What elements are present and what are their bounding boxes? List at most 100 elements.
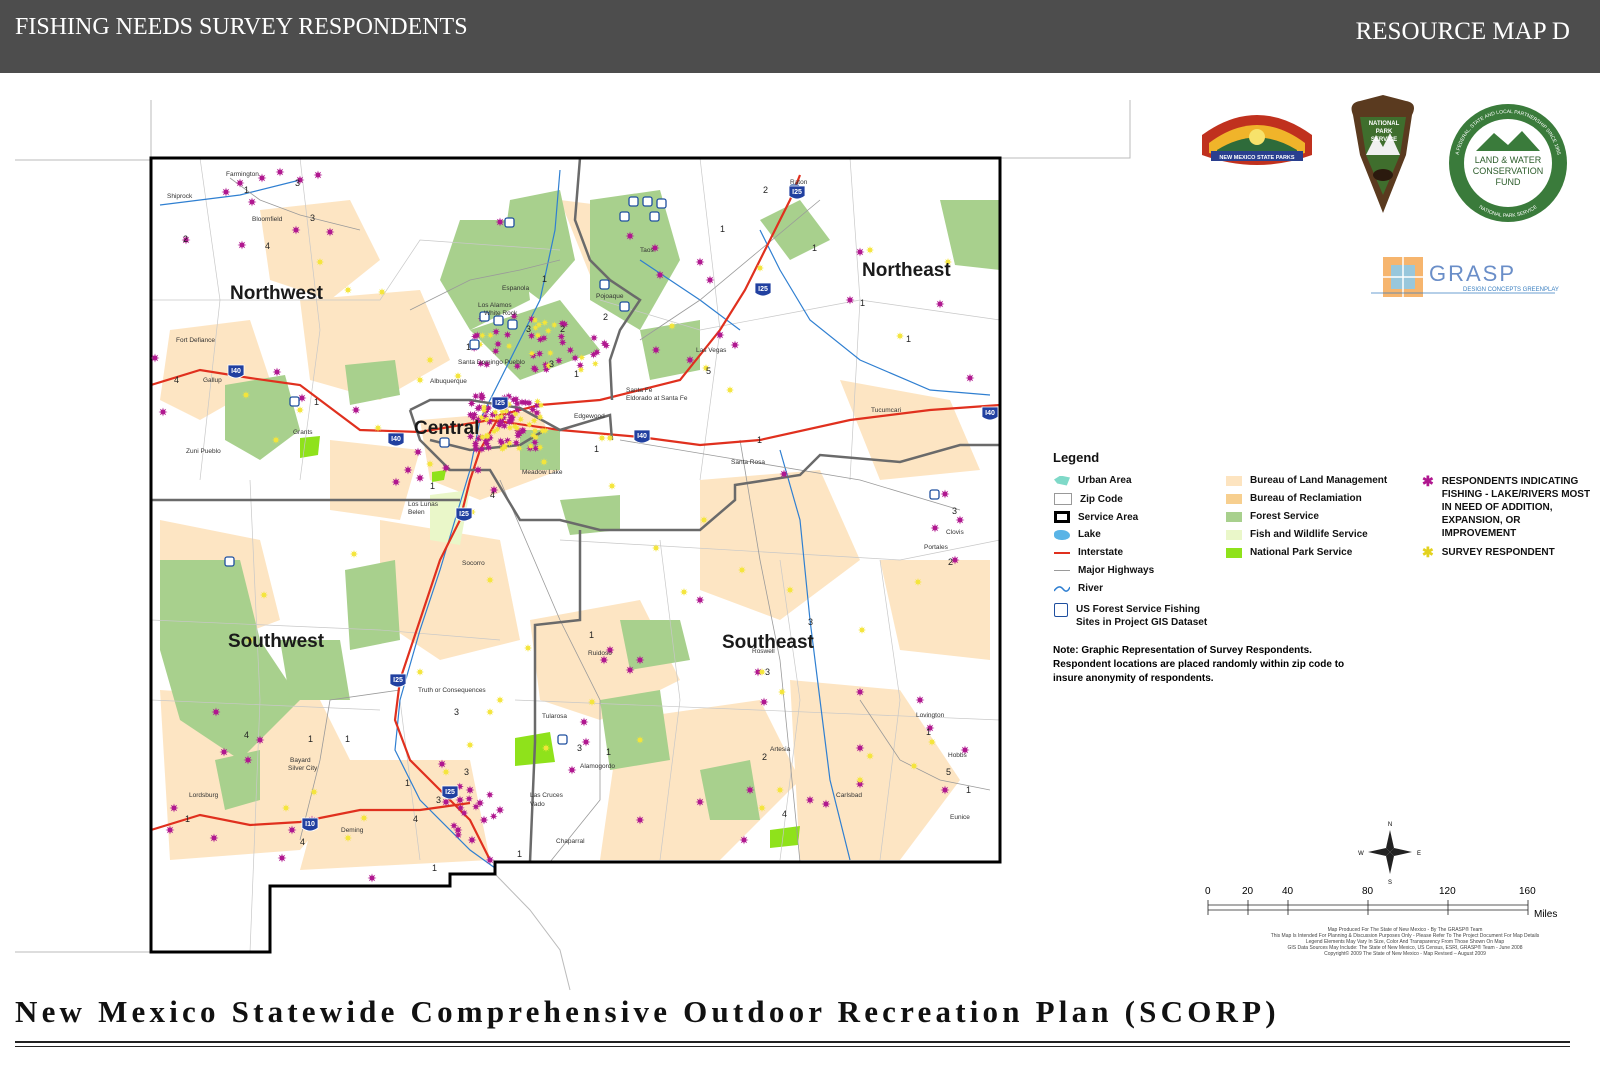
count-label: 1 <box>542 274 547 284</box>
count-label: 3 <box>808 617 813 627</box>
lwcf-text-2: CONSERVATION <box>1473 166 1544 176</box>
credit-line: Copyright© 2009 The State of New Mexico … <box>1324 951 1486 957</box>
respondent-star <box>715 330 725 340</box>
city-label: White Rock <box>484 310 518 317</box>
count-label: 2 <box>763 185 768 195</box>
region-label-northwest: Northwest <box>230 283 324 304</box>
count-label: 1 <box>594 444 599 454</box>
city-label: Chaparral <box>556 838 585 845</box>
count-label: 4 <box>413 814 418 824</box>
count-label: 1 <box>430 481 435 491</box>
survey-star <box>260 591 268 599</box>
city-label: Shiprock <box>167 193 193 200</box>
legend-label: River <box>1078 583 1104 594</box>
count-label: 3 <box>952 506 957 516</box>
interstate-shield-i25: I25 <box>788 185 806 200</box>
nm-state-parks-logo: NEW MEXICO STATE PARKS <box>1202 115 1312 165</box>
legend-item-lake: Lake <box>1054 529 1101 540</box>
survey-star <box>636 736 644 744</box>
region-label-southwest: Southwest <box>228 631 325 652</box>
city-label: Truth or Consequences <box>418 687 486 694</box>
count-label: 2 <box>762 752 767 762</box>
count-label: 1 <box>517 849 522 859</box>
city-label: Las Vegas <box>696 347 727 354</box>
lwcf-text-1: LAND & WATER <box>1475 155 1542 165</box>
survey-star <box>378 288 386 296</box>
count-label: 1 <box>466 342 471 352</box>
respondent-star <box>351 405 361 415</box>
legend-item-zip-code: Zip Code <box>1054 493 1123 505</box>
survey-star <box>442 768 450 776</box>
count-label: 4 <box>244 730 249 740</box>
survey-star <box>668 322 676 330</box>
interstate-shield-i25: I25 <box>455 507 473 522</box>
survey-star <box>738 566 746 574</box>
city-label: Eldorado at Santa Fe <box>626 395 688 402</box>
survey-star <box>928 738 936 746</box>
interstate-label: I25 <box>445 789 455 796</box>
interstate-label: I40 <box>231 368 241 375</box>
respondent-star <box>625 231 635 241</box>
city-label: Ruidoso <box>588 650 612 657</box>
survey-star-icon: ✱ <box>1422 544 1434 560</box>
respondent-star <box>221 187 231 197</box>
legend-label: Bureau of Land Management <box>1250 475 1388 486</box>
city-label: Santa Domingo Pueblo <box>458 359 525 366</box>
scale-tick-label: 20 <box>1242 886 1254 897</box>
interstate-shield-i10: I10 <box>301 817 319 832</box>
legend-label: Urban Area <box>1078 475 1132 486</box>
respondent-star <box>403 465 413 475</box>
count-label: 1 <box>966 785 971 795</box>
interstate-label: I25 <box>792 189 802 196</box>
city-label: Socorro <box>462 560 485 567</box>
respondent-star <box>287 825 297 835</box>
city-label: Deming <box>341 827 364 834</box>
urban-area-swatch <box>1054 475 1070 486</box>
fishing-site-icon <box>1054 603 1068 617</box>
count-label: 3 <box>310 213 315 223</box>
respondent-star <box>625 665 635 675</box>
legend-item-river: River <box>1054 583 1103 594</box>
city-label: Silver City <box>288 765 318 772</box>
reclamation-swatch <box>1226 493 1242 504</box>
survey-star <box>350 550 358 558</box>
national-park-swatch <box>1226 547 1242 558</box>
survey-star <box>608 482 616 490</box>
respondent-star <box>169 803 179 813</box>
interstate-label: I25 <box>393 677 403 684</box>
survey-star <box>910 762 918 770</box>
respondent-star <box>695 257 705 267</box>
interstate-shield-i25: I25 <box>389 673 407 688</box>
interstate-label: I25 <box>459 511 469 518</box>
respondent-star <box>255 735 265 745</box>
fish-wildlife-swatch <box>1226 529 1242 540</box>
scale-tick-label: 80 <box>1362 886 1374 897</box>
respondent-star <box>955 515 965 525</box>
city-label: Farmington <box>226 171 259 178</box>
count-label: 5 <box>946 767 951 777</box>
survey-star <box>866 752 874 760</box>
legend-item-national-park: National Park Service <box>1226 547 1352 558</box>
count-label: 1 <box>345 734 350 744</box>
respondent-star <box>495 805 505 815</box>
city-label: Artesia <box>770 746 791 753</box>
legend-item-service-area: Service Area <box>1054 511 1138 523</box>
respondent-star <box>495 217 505 227</box>
interstate-label: I40 <box>391 436 401 443</box>
count-label: 3 <box>436 795 441 805</box>
legend-label: RESPONDENTS INDICATING FISHING - LAKE/RI… <box>1441 476 1591 539</box>
survey-star <box>296 406 304 414</box>
city-label: Gallup <box>203 377 222 384</box>
legend-label: SURVEY RESPONDENT <box>1441 546 1555 558</box>
count-label: 5 <box>706 366 711 376</box>
city-label: Los Lunas <box>408 501 439 508</box>
scale-bar <box>1207 900 1529 915</box>
respondent-star <box>805 795 815 805</box>
respondent-star <box>845 295 855 305</box>
city-label: Hobbs <box>948 752 968 759</box>
respondent-star <box>467 835 477 845</box>
respondent-star <box>651 345 661 355</box>
scale-tick-label: 40 <box>1282 886 1294 897</box>
count-label: 3 <box>464 767 469 777</box>
survey-star <box>426 460 434 468</box>
